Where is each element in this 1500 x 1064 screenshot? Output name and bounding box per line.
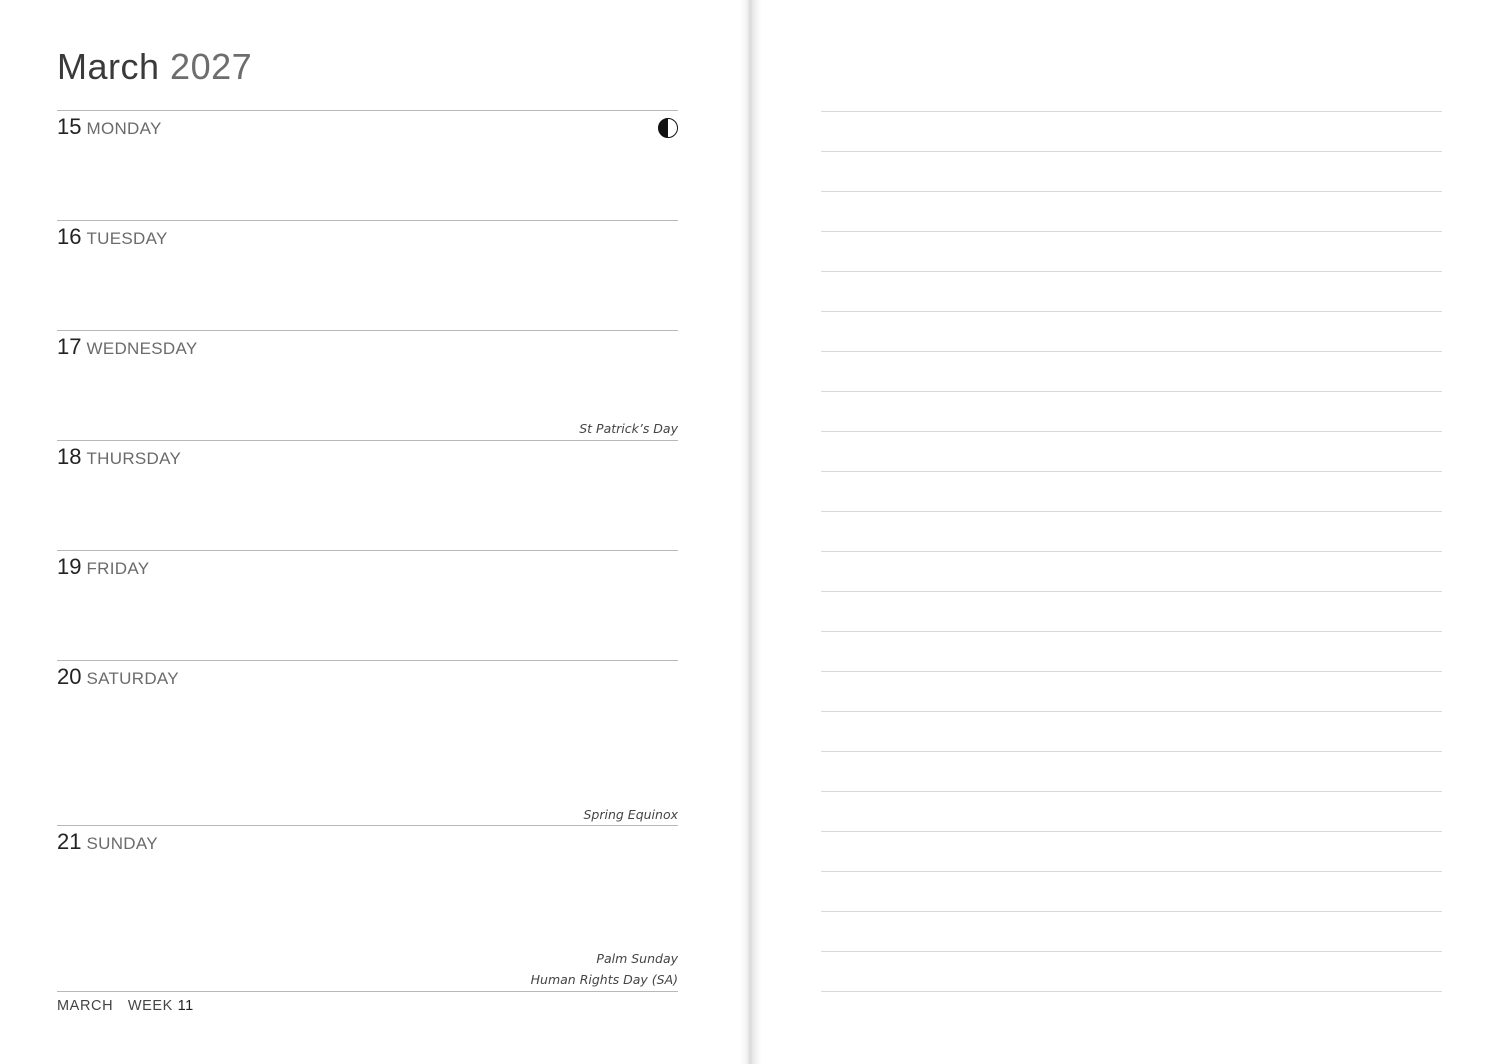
page-title: March 2027	[57, 46, 252, 88]
page-footer: MARCH WEEK 11	[57, 998, 194, 1014]
day-number: 20	[57, 664, 82, 689]
month-label: March	[57, 46, 160, 87]
note-line	[821, 351, 1442, 352]
note-line	[821, 311, 1442, 312]
day-header: 19 FRIDAY	[57, 554, 149, 580]
note-line	[821, 191, 1442, 192]
day-header: 17 WEDNESDAY	[57, 334, 198, 360]
day-number: 19	[57, 554, 82, 579]
day-block-sunday[interactable]: 21 SUNDAY Palm Sunday Human Rights Day (S…	[57, 825, 678, 992]
year-label: 2027	[170, 46, 253, 87]
day-block-thursday[interactable]: 18 THURSDAY	[57, 440, 678, 551]
event-label: Human Rights Day (SA)	[530, 972, 678, 987]
note-line	[821, 591, 1442, 592]
note-line	[821, 831, 1442, 832]
day-name: FRIDAY	[86, 559, 150, 578]
note-line	[821, 991, 1442, 992]
day-number: 15	[57, 114, 82, 139]
notes-page[interactable]	[762, 0, 1500, 1064]
day-number: 21	[57, 829, 82, 854]
note-line	[821, 711, 1442, 712]
first-quarter-moon-icon	[658, 118, 678, 138]
day-header: 18 THURSDAY	[57, 444, 181, 470]
note-line	[821, 551, 1442, 552]
note-line	[821, 911, 1442, 912]
note-line	[821, 471, 1442, 472]
day-name: WEDNESDAY	[86, 339, 198, 358]
note-line	[821, 871, 1442, 872]
day-block-tuesday[interactable]: 16 TUESDAY	[57, 220, 678, 331]
note-line	[821, 671, 1442, 672]
note-line	[821, 391, 1442, 392]
note-line	[821, 631, 1442, 632]
day-header: 16 TUESDAY	[57, 224, 168, 250]
day-block-wednesday[interactable]: 17 WEDNESDAY St Patrick’s Day	[57, 330, 678, 441]
footer-week-number: 11	[177, 998, 194, 1014]
day-name: TUESDAY	[86, 229, 168, 248]
footer-month: MARCH	[57, 998, 114, 1014]
event-label: Palm Sunday	[596, 951, 678, 966]
note-line	[821, 111, 1442, 112]
day-number: 17	[57, 334, 82, 359]
note-line	[821, 951, 1442, 952]
note-line	[821, 271, 1442, 272]
day-number: 18	[57, 444, 82, 469]
day-name: SATURDAY	[86, 669, 179, 688]
note-line	[821, 431, 1442, 432]
event-label: Spring Equinox	[583, 807, 678, 822]
left-page: March 2027 15 MONDAY 16 TUESDAY 17 WEDNESDA…	[0, 0, 748, 1064]
note-line	[821, 151, 1442, 152]
day-block-monday[interactable]: 15 MONDAY	[57, 110, 678, 221]
footer-week-label: WEEK	[127, 998, 173, 1014]
day-name: MONDAY	[86, 119, 162, 138]
footer-divider	[57, 991, 678, 992]
page-gutter	[740, 0, 762, 1064]
note-line	[821, 511, 1442, 512]
day-number: 16	[57, 224, 82, 249]
day-block-friday[interactable]: 19 FRIDAY	[57, 550, 678, 661]
day-header: 15 MONDAY	[57, 114, 162, 140]
day-block-saturday[interactable]: 20 SATURDAY Spring Equinox	[57, 660, 678, 826]
note-line	[821, 231, 1442, 232]
day-name: SUNDAY	[86, 834, 158, 853]
event-label: St Patrick’s Day	[579, 421, 678, 436]
day-header: 20 SATURDAY	[57, 664, 179, 690]
day-header: 21 SUNDAY	[57, 829, 158, 855]
note-line	[821, 751, 1442, 752]
note-line	[821, 791, 1442, 792]
day-name: THURSDAY	[86, 449, 182, 468]
